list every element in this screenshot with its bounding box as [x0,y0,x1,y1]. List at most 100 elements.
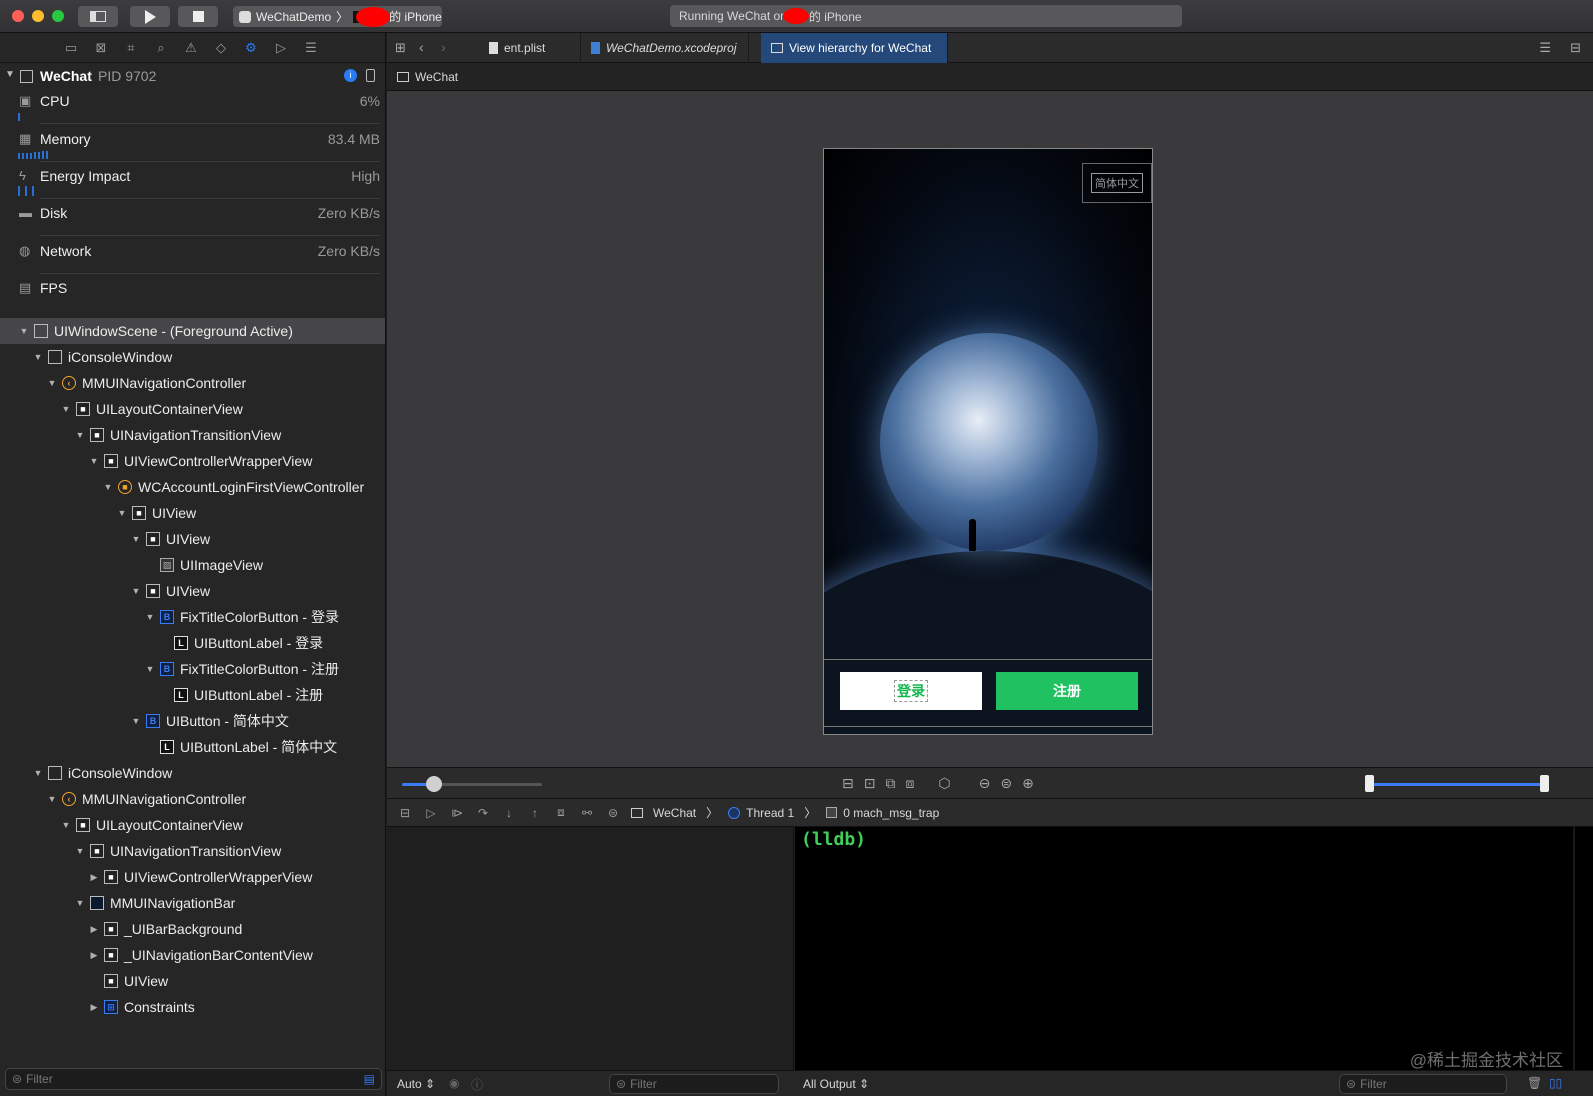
hide-debug-area-icon[interactable]: ⊟ [397,806,413,820]
debug-app-name[interactable]: WeChat [653,806,696,820]
disclosure-triangle-icon[interactable]: ▼ [130,586,142,596]
tree-row[interactable]: ▼ UIWindowScene - (Foreground Active) [0,318,385,344]
tree-row[interactable]: L UIButtonLabel - 简体中文 [0,734,385,760]
register-button[interactable]: 注册 [996,672,1138,710]
tree-row[interactable]: ▶ ■ _UINavigationBarContentView [0,942,385,968]
tree-row[interactable]: ▼ ■ UIView [0,500,385,526]
range-slider-max-handle[interactable] [1540,775,1549,792]
breakpoints-toggle-icon[interactable]: ▷ [423,806,439,820]
step-into-icon[interactable]: ↓ [501,806,517,820]
memory-graph-icon[interactable]: ⚯ [579,806,595,820]
debug-thread[interactable]: Thread 1 [746,806,794,820]
network-gauge[interactable]: ◍ Network Zero KB/s [0,243,385,281]
disclosure-triangle-icon[interactable]: ▼ [18,326,30,336]
debug-frame[interactable]: 0 mach_msg_trap [843,806,939,820]
disclosure-triangle-icon[interactable]: ▼ [88,456,100,466]
warning-icon[interactable]: ⚠ [182,40,200,56]
adjust-view-mode-icon[interactable]: ⧉ [885,775,895,792]
variables-filter-field[interactable]: ⊜ Filter [609,1074,779,1094]
trash-icon[interactable]: 🗑 [1527,1076,1542,1090]
disclosure-triangle-icon[interactable]: ▼ [74,430,86,440]
environment-overrides-icon[interactable]: ⊜ [605,806,621,820]
tree-row[interactable]: ▼ ■ UIViewControllerWrapperView [0,448,385,474]
fps-gauge[interactable]: ▤ FPS [0,280,385,310]
source-control-icon[interactable]: ⊠ [92,40,110,56]
navigator-filter-field[interactable]: ⊜ Filter ▤ [5,1068,382,1090]
console-output[interactable]: (lldb) [795,827,1593,1070]
console-scrollbar[interactable] [1573,827,1575,1070]
zoom-in-icon[interactable]: ⊕ [1022,775,1034,792]
folder-icon[interactable]: ▭ [62,40,80,56]
disclosure-triangle-icon[interactable]: ▼ [46,794,58,804]
tab-ent-plist[interactable]: ent.plist [479,33,581,63]
disclosure-triangle-icon[interactable]: ▼ [60,404,72,414]
run-button[interactable] [130,6,170,27]
disclosure-triangle-icon[interactable]: ▼ [130,716,142,726]
disclosure-triangle-icon[interactable]: ▼ [46,378,58,388]
tree-row[interactable]: ▼ ■ UINavigationTransitionView [0,422,385,448]
zoom-out-icon[interactable]: ⊖ [979,775,991,792]
zoom-window-button[interactable] [52,10,64,22]
change-canvas-icon[interactable]: ⧈ [905,775,914,792]
tree-row[interactable]: ▶ ⊞ Constraints [0,994,385,1020]
disclosure-triangle-icon[interactable]: ▶ [88,1002,100,1013]
filter-options-icon[interactable]: ▤ [364,1072,375,1086]
tree-row[interactable]: ▼ ■ UIView [0,578,385,604]
info-icon[interactable]: i [344,69,357,82]
editor-options-icon[interactable]: ☰ [1539,40,1551,56]
orient-3d-icon[interactable]: ⬡ [938,775,950,792]
info-icon[interactable]: ⓘ [471,1076,483,1093]
minimize-window-button[interactable] [32,10,44,22]
disclosure-triangle-icon[interactable]: ▶ [88,872,100,883]
split-view-icon[interactable]: ▯▯ [1549,1076,1562,1090]
tree-row[interactable]: ▨ UIImageView [0,552,385,578]
variables-view[interactable] [387,827,794,1070]
disclosure-triangle-icon[interactable]: ▼ [5,69,15,80]
tab-view-hierarchy[interactable]: View hierarchy for WeChat [761,33,948,63]
disclosure-triangle-icon[interactable]: ▼ [130,534,142,544]
tree-row[interactable]: ■ UIView [0,968,385,994]
show-constraints-icon[interactable]: ⊡ [864,775,876,792]
toggle-navigator-button[interactable] [78,6,118,27]
tree-row[interactable]: L UIButtonLabel - 注册 [0,682,385,708]
disclosure-triangle-icon[interactable]: ▼ [74,846,86,856]
range-slider-track[interactable] [1367,783,1545,786]
output-selector[interactable]: All Output ⇕ [803,1077,869,1091]
forward-icon[interactable]: › [441,39,446,55]
symbol-icon[interactable]: ⌗ [122,40,140,56]
spacing-slider-knob[interactable] [426,776,442,792]
disclosure-triangle-icon[interactable]: ▶ [88,924,100,935]
login-button[interactable]: 登录 [840,672,982,710]
disclosure-triangle-icon[interactable]: ▼ [32,352,44,362]
add-editor-icon[interactable]: ⊟ [1570,40,1581,56]
search-icon[interactable]: ⌕ [152,40,170,56]
disclosure-triangle-icon[interactable]: ▼ [144,612,156,622]
tree-row[interactable]: ▼ B FixTitleColorButton - 登录 [0,604,385,630]
test-icon[interactable]: ◇ [212,40,230,56]
continue-icon[interactable]: ⧐ [449,806,465,820]
tree-row[interactable]: ▶ ■ UIViewControllerWrapperView [0,864,385,890]
tree-row[interactable]: ▼ ■ WCAccountLoginFirstViewController [0,474,385,500]
language-button[interactable]: 简体中文 [1082,163,1152,203]
jump-bar-item[interactable]: WeChat [415,70,458,84]
scheme-selector[interactable]: WeChatDemo 〉 的 iPhone [233,6,442,27]
debug-view-hierarchy-icon[interactable]: ⧈ [553,805,569,820]
tree-row[interactable]: ▼ iConsoleWindow [0,344,385,370]
eye-icon[interactable]: ◉ [449,1076,459,1090]
tree-row[interactable]: ▼ MMUINavigationBar [0,890,385,916]
step-over-icon[interactable]: ↷ [475,806,491,820]
disclosure-triangle-icon[interactable]: ▼ [32,768,44,778]
disclosure-triangle-icon[interactable]: ▶ [88,950,100,961]
clip-content-icon[interactable]: ⊟ [842,775,854,792]
tree-row[interactable]: L UIButtonLabel - 登录 [0,630,385,656]
energy-gauge[interactable]: ϟ Energy Impact High [0,168,385,206]
report-icon[interactable]: ☰ [302,40,320,56]
variables-scope-selector[interactable]: Auto ⇕ [397,1077,435,1091]
tree-row[interactable]: ▼ B UIButton - 简体中文 [0,708,385,734]
close-window-button[interactable] [12,10,24,22]
tree-row[interactable]: ▼ ■ UILayoutContainerView [0,812,385,838]
debug-icon[interactable]: ⚙ [242,40,260,56]
memory-gauge[interactable]: ▦ Memory 83.4 MB [0,131,385,169]
tree-row[interactable]: ▼ ■ UIView [0,526,385,552]
step-out-icon[interactable]: ↑ [527,806,543,820]
